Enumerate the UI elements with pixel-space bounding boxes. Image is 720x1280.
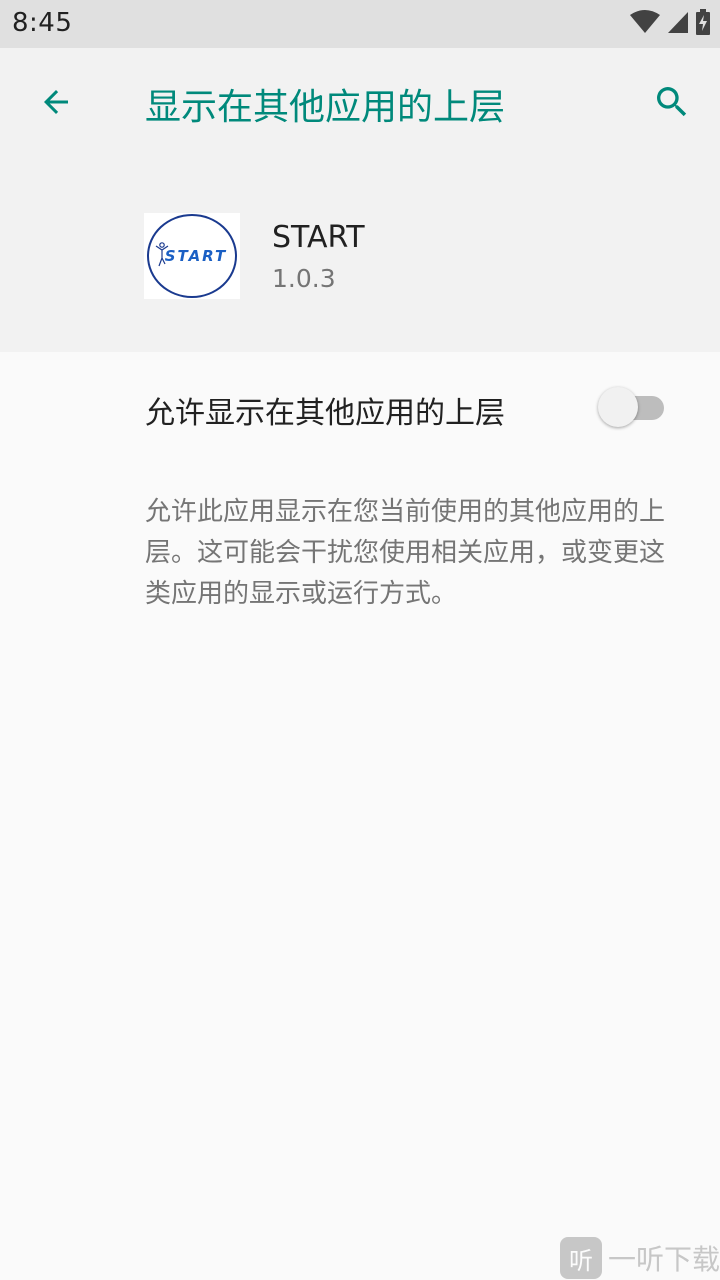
runner-figure-icon: [155, 242, 169, 272]
status-bar: 8:45: [0, 0, 720, 48]
app-header: START START 1.0.3: [0, 160, 720, 352]
switch-thumb: [598, 387, 638, 427]
search-button[interactable]: [640, 72, 704, 136]
app-name: START: [272, 220, 365, 255]
permission-description: 允许此应用显示在您当前使用的其他应用的上层。这可能会干扰您使用相关应用，或变更这…: [145, 497, 666, 609]
battery-charging-icon: [696, 9, 710, 39]
overlay-permission-row[interactable]: 允许显示在其他应用的上层: [0, 352, 720, 462]
status-time: 8:45: [12, 8, 73, 38]
app-bar: 显示在其他应用的上层: [0, 48, 720, 160]
app-icon: START: [144, 213, 240, 299]
arrow-back-icon: [38, 84, 74, 124]
app-version: 1.0.3: [272, 264, 336, 293]
watermark-text: 一听下载: [608, 1243, 720, 1276]
watermark: 听 一听下载: [560, 1236, 720, 1280]
overlay-permission-switch[interactable]: [598, 386, 668, 428]
cell-signal-icon: [666, 10, 690, 38]
back-button[interactable]: [24, 72, 88, 136]
search-icon: [652, 82, 692, 126]
status-icons: [630, 9, 710, 39]
page-title: 显示在其他应用的上层: [145, 87, 506, 128]
watermark-badge: 听: [560, 1237, 602, 1279]
start-logo: START: [147, 214, 237, 298]
wifi-icon: [630, 10, 660, 38]
setting-label: 允许显示在其他应用的上层: [145, 396, 505, 431]
